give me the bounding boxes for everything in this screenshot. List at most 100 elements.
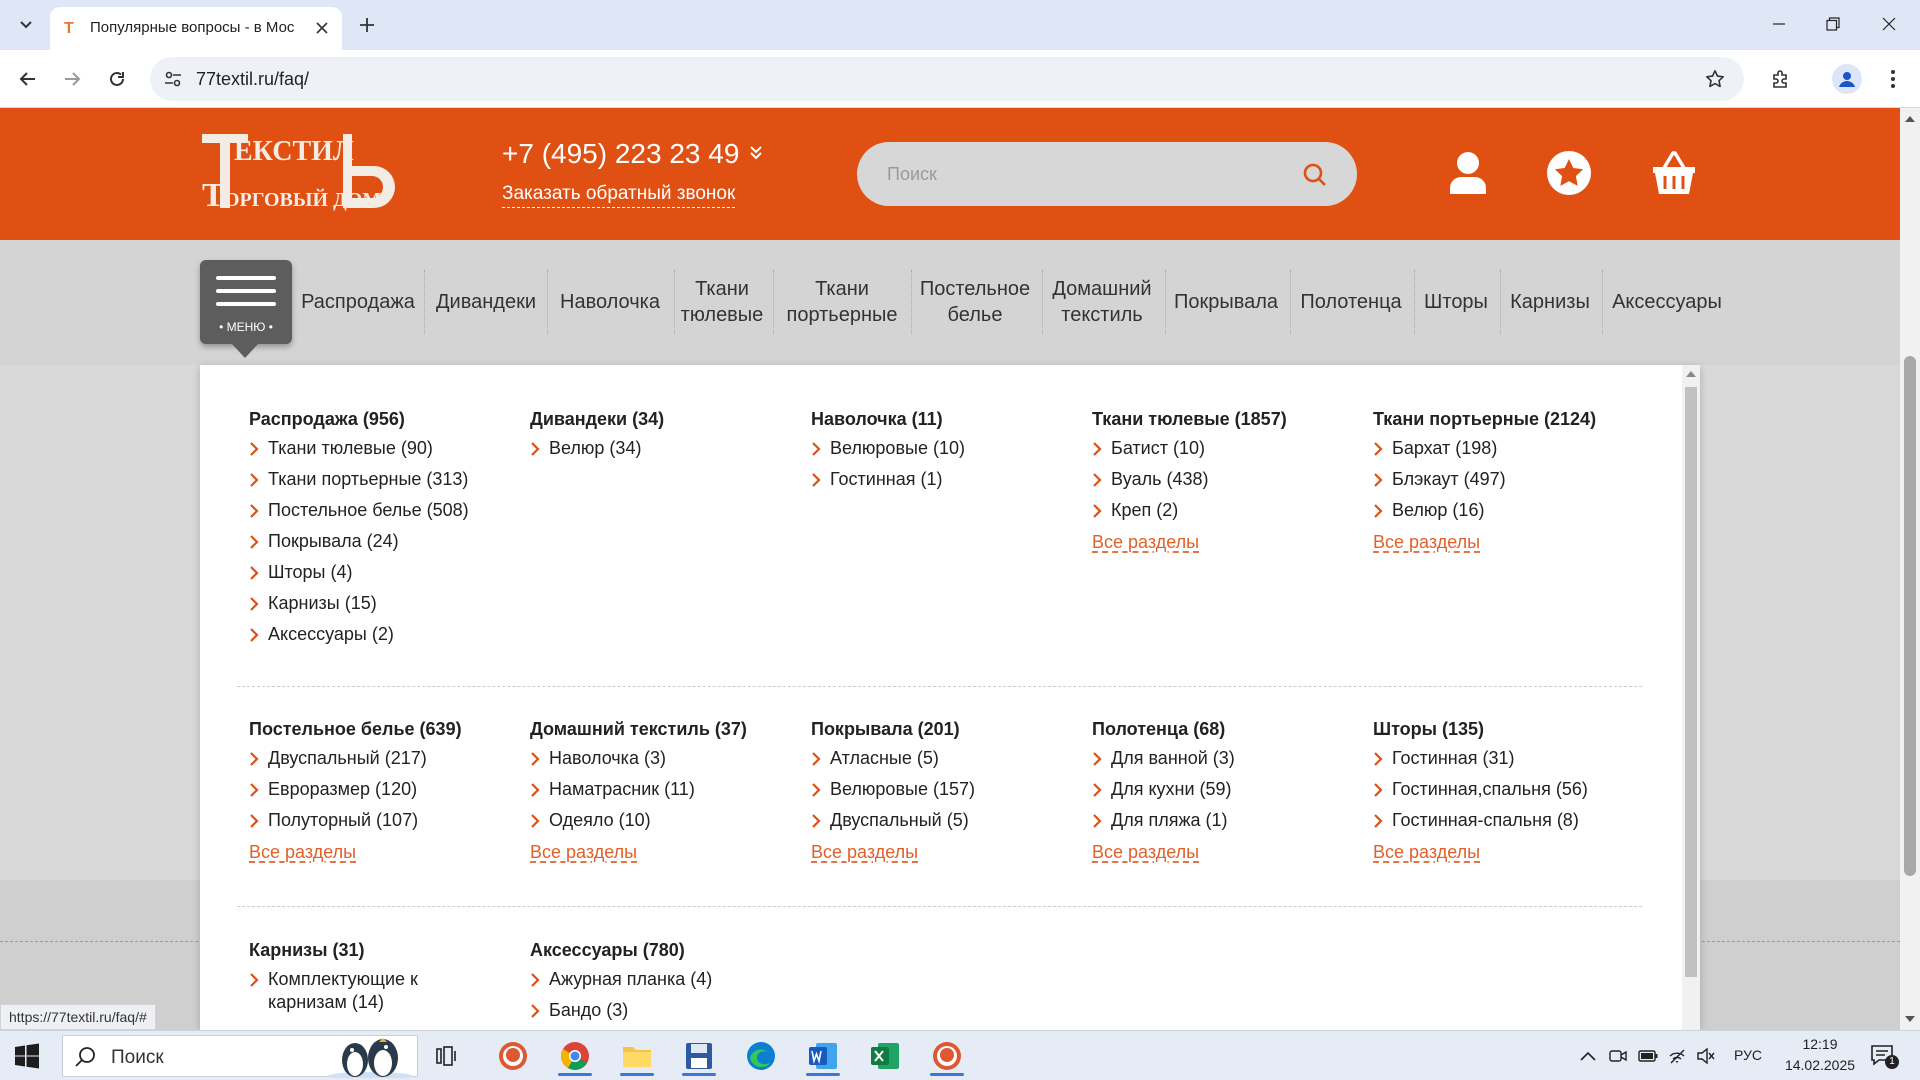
taskbar-file-explorer[interactable] — [614, 1036, 660, 1076]
scroll-up-arrow-icon[interactable] — [1905, 116, 1915, 122]
battery-icon[interactable] — [1638, 1046, 1658, 1066]
category-title[interactable]: Аксессуары (780) — [530, 938, 800, 968]
phone-number[interactable]: +7 (495) 223 23 49 — [502, 138, 739, 170]
chevron-double-down-icon[interactable] — [748, 144, 764, 160]
tab-close-button[interactable] — [310, 16, 334, 40]
subcategory-link[interactable]: Для кухни (59) — [1092, 778, 1362, 801]
scroll-up-arrow-icon[interactable] — [1686, 371, 1696, 377]
browser-menu-button[interactable] — [1878, 64, 1908, 94]
nav-item-curtains[interactable]: Шторы — [1418, 276, 1494, 328]
callback-link[interactable]: Заказать обратный звонок — [502, 183, 736, 208]
all-sections-link[interactable]: Все разделы — [1373, 532, 1480, 553]
taskbar-duckduckgo-2[interactable] — [924, 1036, 970, 1076]
bookmark-star-button[interactable] — [1702, 66, 1728, 92]
clock-date[interactable]: 14.02.2025 — [1772, 1057, 1868, 1073]
category-title[interactable]: Наволочка (11) — [811, 407, 1081, 437]
subcategory-link[interactable]: Вуаль (438) — [1092, 468, 1362, 491]
all-sections-link[interactable]: Все разделы — [1092, 532, 1199, 553]
profile-button[interactable] — [1832, 64, 1862, 94]
category-title[interactable]: Шторы (135) — [1373, 717, 1643, 747]
subcategory-link[interactable]: Велюровые (157) — [811, 778, 1081, 801]
subcategory-link[interactable]: Гостинная,спальня (56) — [1373, 778, 1643, 801]
subcategory-link[interactable]: Атласные (5) — [811, 747, 1081, 770]
extensions-button[interactable] — [1766, 64, 1796, 94]
taskbar-search-box[interactable]: Поиск — [62, 1035, 418, 1078]
category-title[interactable]: Ткани тюлевые (1857) — [1092, 407, 1362, 437]
network-icon[interactable] — [1667, 1046, 1687, 1066]
nav-item-pillowcase[interactable]: Наволочка — [554, 276, 666, 328]
nav-item-tulle[interactable]: Ткани тюлевые — [678, 276, 766, 328]
subcategory-link[interactable]: Постельное белье (508) — [249, 499, 519, 522]
subcategory-link[interactable]: Двуспальный (217) — [249, 747, 519, 770]
all-sections-link[interactable]: Все разделы — [249, 842, 356, 863]
taskbar-duckduckgo[interactable] — [490, 1036, 536, 1076]
subcategory-link[interactable]: Гостинная-спальня (8) — [1373, 809, 1643, 832]
basket-icon[interactable] — [1651, 150, 1697, 196]
subcategory-link[interactable]: Наволочка (3) — [530, 747, 800, 770]
windows-start-icon[interactable] — [14, 1043, 40, 1069]
all-sections-link[interactable]: Все разделы — [811, 842, 918, 863]
close-window-button[interactable] — [1866, 8, 1912, 40]
language-indicator[interactable]: РУС — [1734, 1047, 1762, 1063]
subcategory-link[interactable]: Креп (2) — [1092, 499, 1362, 522]
category-title[interactable]: Постельное белье (639) — [249, 717, 519, 747]
nav-item-bedspreads[interactable]: Покрывала — [1170, 276, 1282, 328]
subcategory-link[interactable]: Велюр (34) — [530, 437, 800, 460]
subcategory-link[interactable]: Ажурная планка (4) — [530, 968, 800, 991]
subcategory-link[interactable]: Карнизы (15) — [249, 592, 519, 615]
subcategory-link[interactable]: Бандо (3) — [530, 999, 800, 1022]
nav-item-towels[interactable]: Полотенца — [1294, 276, 1408, 328]
subcategory-link[interactable]: Наматрасник (11) — [530, 778, 800, 801]
subcategory-link[interactable]: Блэкаут (497) — [1373, 468, 1643, 491]
subcategory-link[interactable]: Велюр (16) — [1373, 499, 1643, 522]
subcategory-link[interactable]: Для пляжа (1) — [1092, 809, 1362, 832]
page-scroll-thumb[interactable] — [1904, 356, 1916, 876]
site-logo[interactable]: ЕКСТИЛ Т ОРГОВЫЙ ДОМ — [200, 130, 410, 220]
dropdown-scroll-thumb[interactable] — [1685, 387, 1697, 977]
all-sections-link[interactable]: Все разделы — [530, 842, 637, 863]
subcategory-link[interactable]: Бархат (198) — [1373, 437, 1643, 460]
nav-item-accessories[interactable]: Аксессуары — [1608, 276, 1726, 328]
subcategory-link[interactable]: Для ванной (3) — [1092, 747, 1362, 770]
subcategory-link[interactable]: Одеяло (10) — [530, 809, 800, 832]
reload-button[interactable] — [102, 64, 132, 94]
all-sections-link[interactable]: Все разделы — [1092, 842, 1199, 863]
site-search-input[interactable] — [857, 142, 1357, 206]
task-view-button[interactable] — [424, 1036, 470, 1076]
subcategory-link[interactable]: Ткани портьерные (313) — [249, 468, 519, 491]
favorites-star-icon[interactable] — [1546, 150, 1592, 196]
browser-tab[interactable]: T Популярные вопросы - в Мос — [50, 7, 342, 50]
back-button[interactable] — [13, 64, 43, 94]
menu-button[interactable]: • МЕНЮ • — [200, 260, 292, 344]
subcategory-link[interactable]: Аксессуары (2) — [249, 623, 519, 646]
minimize-button[interactable] — [1756, 8, 1802, 40]
subcategory-link[interactable]: Полуторный (107) — [249, 809, 519, 832]
taskbar-word[interactable] — [800, 1036, 846, 1076]
nav-item-bedding[interactable]: Постельное белье — [916, 276, 1034, 328]
volume-muted-icon[interactable] — [1696, 1046, 1716, 1066]
subcategory-link[interactable]: Гостинная (1) — [811, 468, 1081, 491]
subcategory-link[interactable]: Батист (10) — [1092, 437, 1362, 460]
taskbar-excel[interactable] — [862, 1036, 908, 1076]
subcategory-link[interactable]: Евроразмер (120) — [249, 778, 519, 801]
tab-search-button[interactable] — [12, 11, 40, 39]
user-account-icon[interactable] — [1445, 150, 1491, 196]
nav-item-cornices[interactable]: Карнизы — [1504, 276, 1596, 328]
category-title[interactable]: Распродажа (956) — [249, 407, 519, 437]
nav-item-curtain-fabric[interactable]: Ткани портьерные — [780, 276, 904, 328]
nav-item-sale[interactable]: Распродажа — [300, 276, 416, 328]
tray-chevron-up-icon[interactable] — [1578, 1046, 1598, 1066]
forward-button[interactable] — [57, 64, 87, 94]
site-info-icon[interactable] — [162, 68, 184, 90]
restore-button[interactable] — [1810, 8, 1856, 40]
search-icon[interactable] — [1302, 162, 1328, 188]
all-sections-link[interactable]: Все разделы — [1373, 842, 1480, 863]
page-scrollbar[interactable] — [1900, 108, 1920, 1030]
subcategory-link[interactable]: Комплектующие к карнизам (14) — [249, 968, 449, 1014]
dropdown-scrollbar[interactable] — [1682, 365, 1700, 1030]
category-title[interactable]: Ткани портьерные (2124) — [1373, 407, 1643, 437]
taskbar-edge[interactable] — [738, 1036, 784, 1076]
category-title[interactable]: Карнизы (31) — [249, 938, 449, 968]
subcategory-link[interactable]: Покрывала (24) — [249, 530, 519, 553]
taskbar-chrome[interactable] — [552, 1036, 598, 1076]
